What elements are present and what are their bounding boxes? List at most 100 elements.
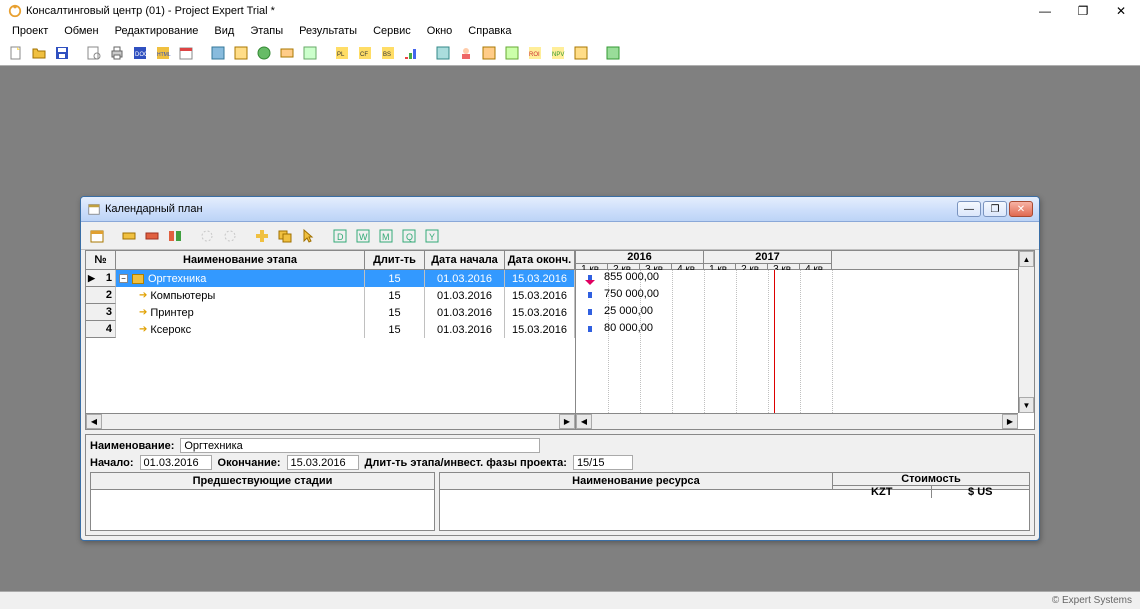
year-cell[interactable]: 2016 <box>576 251 704 264</box>
tb-icon-17[interactable] <box>401 43 421 63</box>
tb-icon-11[interactable] <box>254 43 274 63</box>
ctb-pointer-icon[interactable] <box>298 226 318 246</box>
scroll-right-icon[interactable]: ▶ <box>559 414 575 429</box>
col-start-date[interactable]: Дата начала <box>425 251 505 269</box>
year-cell[interactable]: 2017 <box>704 251 832 264</box>
tb-preview-icon[interactable] <box>84 43 104 63</box>
predecessors-table[interactable]: Предшествующие стадии <box>90 472 435 531</box>
ctb-m-icon[interactable]: M <box>376 226 396 246</box>
detail-name-value[interactable]: Оргтехника <box>180 438 540 453</box>
svg-text:ROI: ROI <box>529 52 540 58</box>
child-titlebar[interactable]: Календарный план — ❐ ✕ <box>81 197 1039 222</box>
ctb-calendar-icon[interactable] <box>87 226 107 246</box>
grid-row[interactable]: 2 ➔Компьютеры 15 01.03.2016 15.03.2016 <box>86 287 575 304</box>
menu-exchange[interactable]: Обмен <box>56 24 106 38</box>
tb-npv-icon[interactable]: NPV <box>548 43 568 63</box>
tb-icon-13[interactable] <box>300 43 320 63</box>
main-titlebar: Консалтинговый центр (01) - Project Expe… <box>0 0 1140 22</box>
col-name[interactable]: Наименование этапа <box>116 251 365 269</box>
col-end-date[interactable]: Дата оконч. <box>505 251 575 269</box>
tb-icon-16[interactable]: BS <box>378 43 398 63</box>
col-number[interactable]: № <box>86 251 116 269</box>
tb-icon-14[interactable]: PL <box>332 43 352 63</box>
tb-print-icon[interactable] <box>107 43 127 63</box>
tb-icon-18[interactable] <box>433 43 453 63</box>
tb-html-icon[interactable]: HTML <box>153 43 173 63</box>
col-duration[interactable]: Длит-ть <box>365 251 425 269</box>
ctb-y-icon[interactable]: Y <box>422 226 442 246</box>
right-hscrollbar[interactable]: ◀ ▶ <box>576 413 1018 429</box>
menu-window[interactable]: Окно <box>419 24 461 38</box>
menu-view[interactable]: Вид <box>206 24 242 38</box>
tb-icon-19[interactable] <box>456 43 476 63</box>
gantt-row[interactable]: 80 000,00 <box>576 321 1034 338</box>
tb-open-icon[interactable] <box>29 43 49 63</box>
detail-start-value[interactable]: 01.03.2016 <box>140 455 212 470</box>
scroll-up-icon[interactable]: ▲ <box>1019 251 1034 267</box>
tb-icon-12[interactable] <box>277 43 297 63</box>
detail-end-value[interactable]: 15.03.2016 <box>287 455 359 470</box>
right-vscrollbar[interactable]: ▲ ▼ <box>1018 251 1034 413</box>
tb-new-icon[interactable] <box>6 43 26 63</box>
child-close-button[interactable]: ✕ <box>1009 201 1033 217</box>
svg-text:DOC: DOC <box>135 52 148 58</box>
arrow-icon: ➔ <box>139 307 147 318</box>
tb-icon-10[interactable] <box>231 43 251 63</box>
scroll-track[interactable] <box>102 414 559 429</box>
ctb-add-icon[interactable] <box>252 226 272 246</box>
scroll-track[interactable] <box>592 414 1002 429</box>
tb-icon-25[interactable] <box>603 43 623 63</box>
grid-row[interactable]: ▶1 −Оргтехника 15 01.03.2016 15.03.2016 <box>86 270 575 287</box>
tb-doc-icon[interactable]: DOC <box>130 43 150 63</box>
menu-help[interactable]: Справка <box>460 24 519 38</box>
scroll-right-icon[interactable]: ▶ <box>1002 414 1018 429</box>
child-minimize-button[interactable]: — <box>957 201 981 217</box>
tb-icon-15[interactable]: CF <box>355 43 375 63</box>
tb-roi-icon[interactable]: ROI <box>525 43 545 63</box>
maximize-button[interactable]: ❐ <box>1064 0 1102 22</box>
ctb-d-icon[interactable]: D <box>330 226 350 246</box>
left-hscrollbar[interactable]: ◀ ▶ <box>86 413 575 429</box>
menu-results[interactable]: Результаты <box>291 24 365 38</box>
grid-row[interactable]: 4 ➔Ксерокс 15 01.03.2016 15.03.2016 <box>86 321 575 338</box>
resources-table[interactable]: Наименование ресурса Стоимость KZT $ US <box>439 472 1030 531</box>
ctb-w-icon[interactable]: W <box>353 226 373 246</box>
svg-text:NPV: NPV <box>552 52 564 58</box>
grid-row[interactable]: 3 ➔Принтер 15 01.03.2016 15.03.2016 <box>86 304 575 321</box>
tb-icon-9[interactable] <box>208 43 228 63</box>
statusbar: © Expert Systems <box>0 591 1140 609</box>
ctb-icon-5[interactable] <box>197 226 217 246</box>
close-button[interactable]: ✕ <box>1102 0 1140 22</box>
tb-icon-24[interactable] <box>571 43 591 63</box>
menu-edit[interactable]: Редактирование <box>107 24 207 38</box>
ctb-icon-3[interactable] <box>142 226 162 246</box>
row-marker-icon: ▶ <box>88 273 95 284</box>
collapse-icon[interactable]: − <box>119 274 128 283</box>
tb-icon-21[interactable] <box>502 43 522 63</box>
ctb-icon-2[interactable] <box>119 226 139 246</box>
gantt-row[interactable]: 855 000,00 <box>576 270 1034 287</box>
ctb-q-icon[interactable]: Q <box>399 226 419 246</box>
svg-text:D: D <box>337 232 344 242</box>
ctb-icon-8[interactable] <box>275 226 295 246</box>
detail-duration-value[interactable]: 15/15 <box>573 455 633 470</box>
tb-icon-20[interactable] <box>479 43 499 63</box>
grid-body[interactable]: ▶1 −Оргтехника 15 01.03.2016 15.03.2016 … <box>86 270 575 413</box>
gantt-row[interactable]: 750 000,00 <box>576 287 1034 304</box>
tb-calendar-icon[interactable] <box>176 43 196 63</box>
gantt-row[interactable]: 25 000,00 <box>576 304 1034 321</box>
child-maximize-button[interactable]: ❐ <box>983 201 1007 217</box>
menu-service[interactable]: Сервис <box>365 24 419 38</box>
cost-kzt-header: KZT <box>833 486 932 498</box>
menu-project[interactable]: Проект <box>4 24 56 38</box>
scroll-down-icon[interactable]: ▼ <box>1019 397 1034 413</box>
menu-stages[interactable]: Этапы <box>242 24 291 38</box>
scroll-left-icon[interactable]: ◀ <box>86 414 102 429</box>
scroll-left-icon[interactable]: ◀ <box>576 414 592 429</box>
ctb-icon-4[interactable] <box>165 226 185 246</box>
tb-save-icon[interactable] <box>52 43 72 63</box>
minimize-button[interactable]: — <box>1026 0 1064 22</box>
ctb-icon-6[interactable] <box>220 226 240 246</box>
calendar-plan-window: Календарный план — ❐ ✕ D W M Q <box>80 196 1040 541</box>
gantt-body[interactable]: 855 000,00 750 000,00 25 000,00 80 000,0… <box>576 270 1034 429</box>
